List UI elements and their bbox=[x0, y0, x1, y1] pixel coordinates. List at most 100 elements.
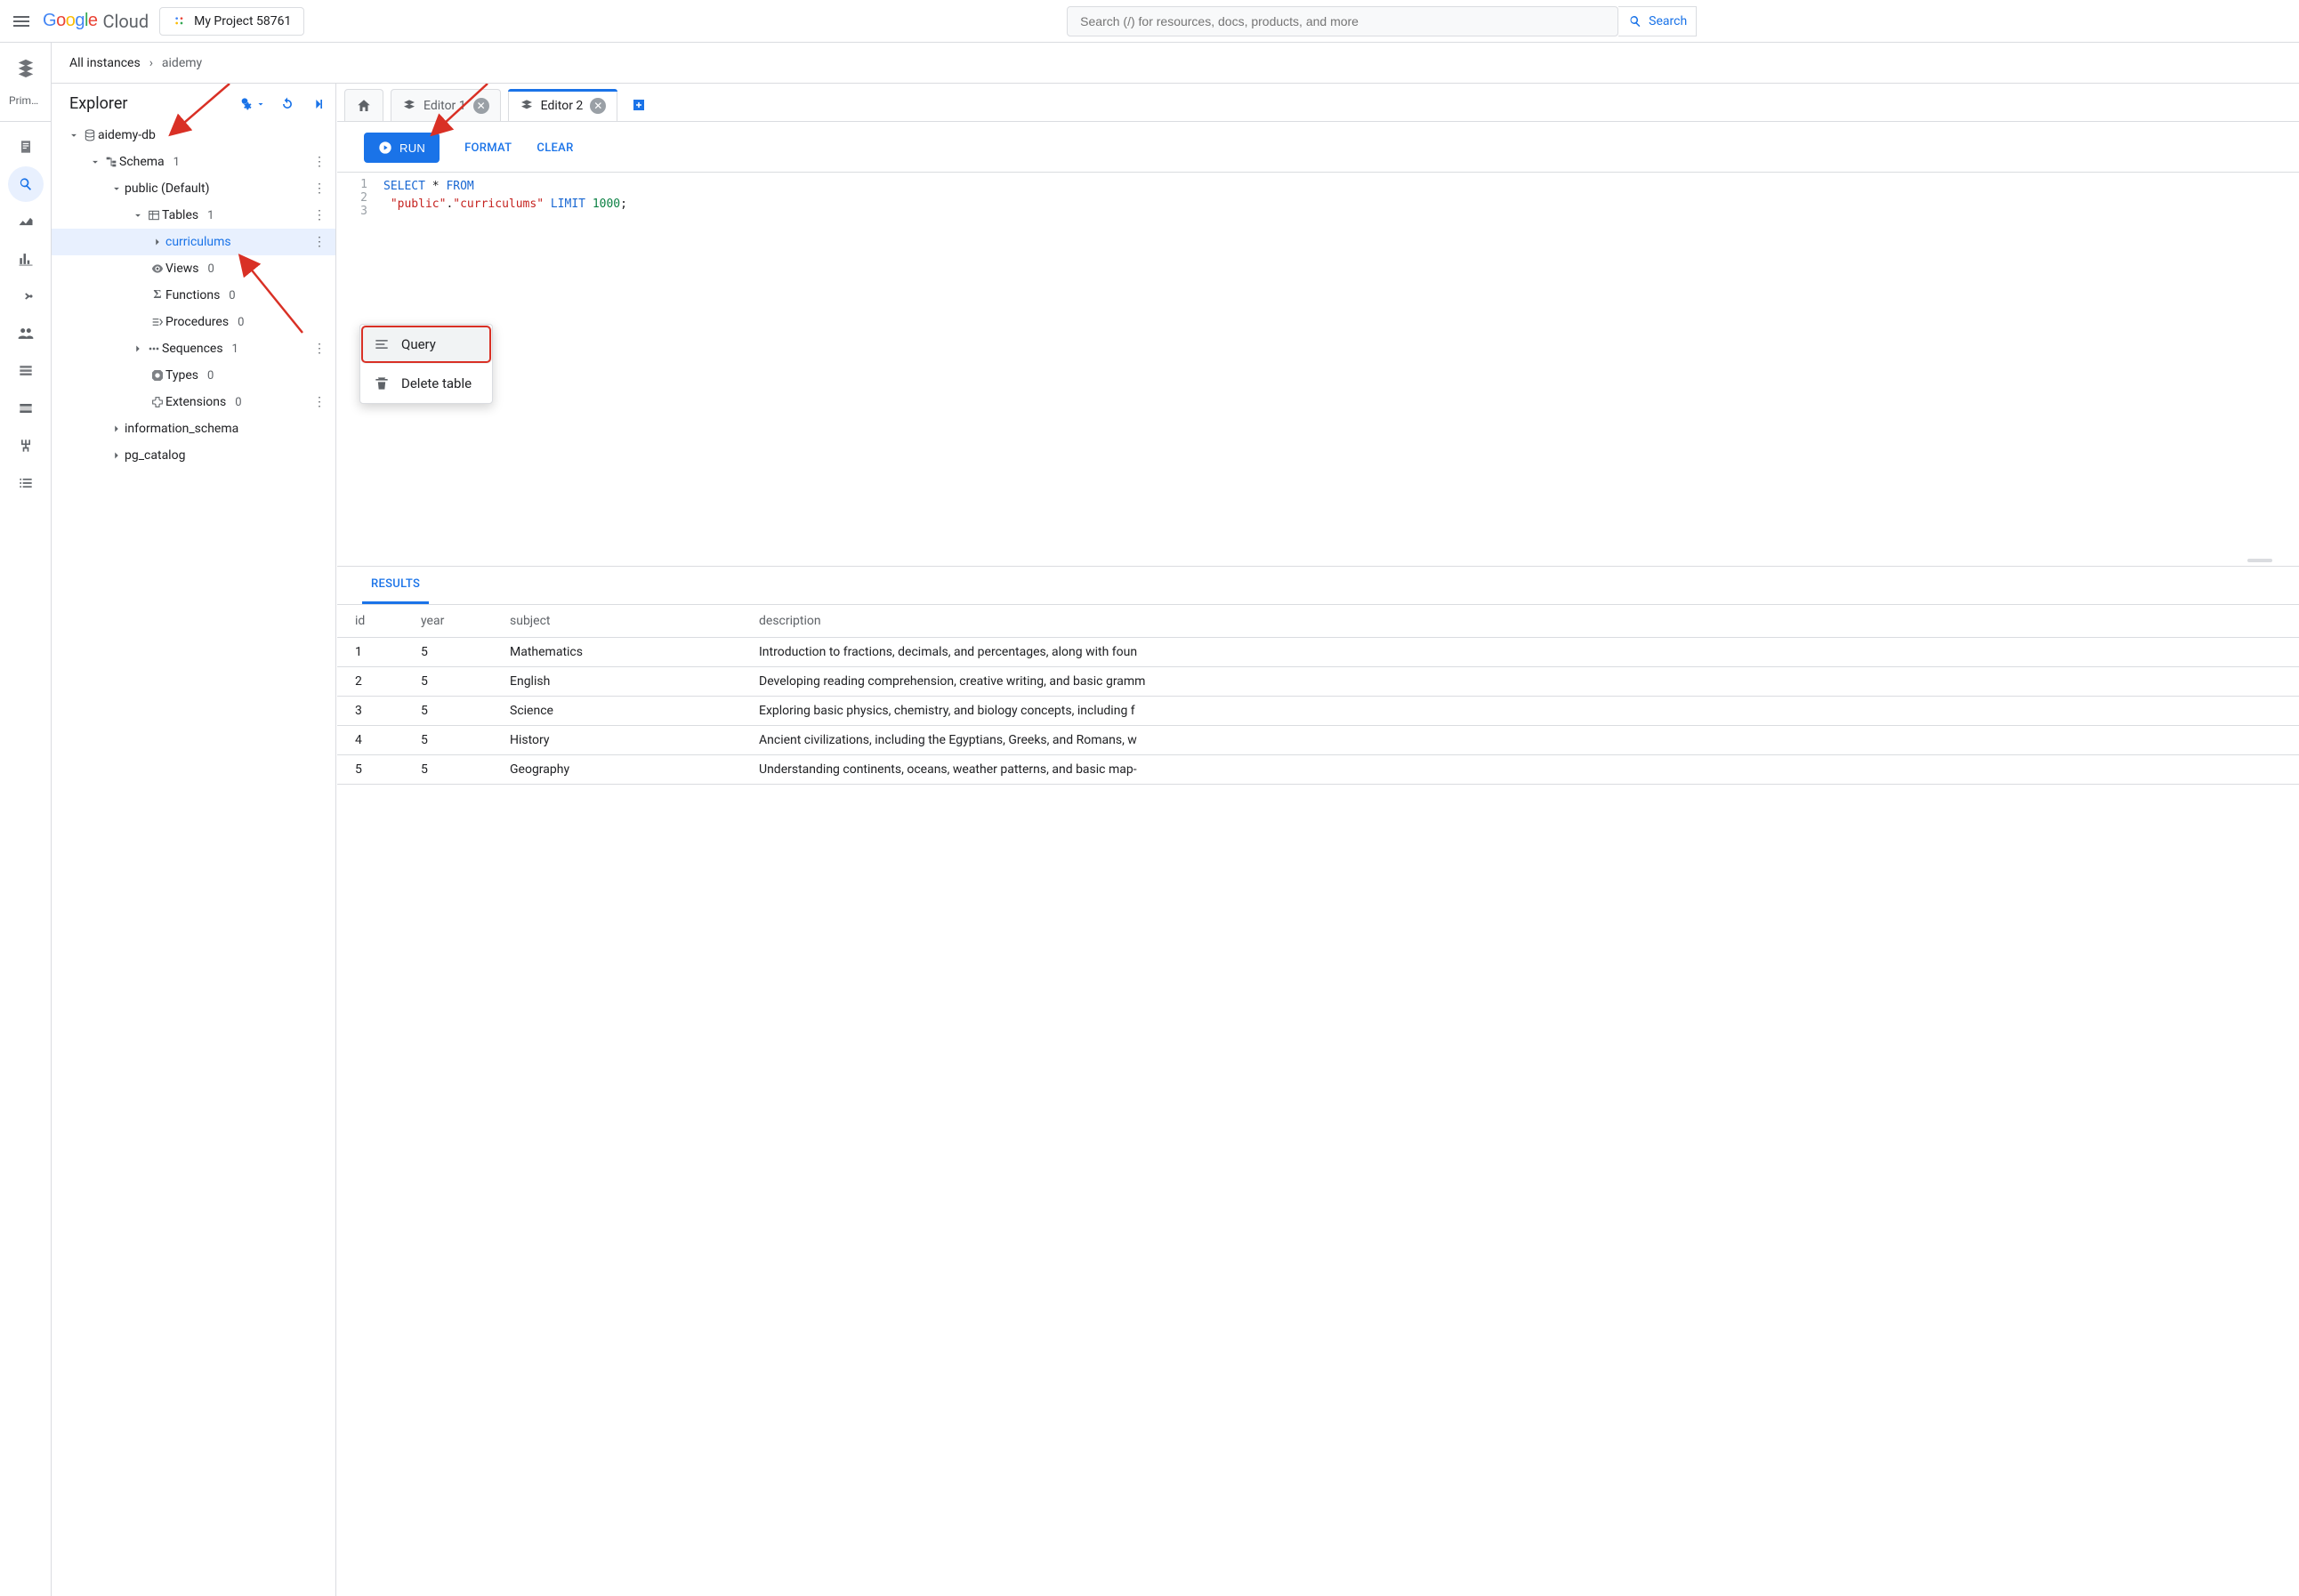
schema-icon bbox=[103, 154, 119, 170]
tree-node-sequences[interactable]: Sequences1 ⋮ bbox=[52, 335, 335, 362]
product-name: Cloud bbox=[103, 11, 149, 32]
more-icon[interactable]: ⋮ bbox=[309, 231, 330, 253]
rail-tables-icon[interactable] bbox=[8, 353, 44, 389]
google-cloud-logo[interactable]: Google Cloud bbox=[43, 11, 149, 32]
context-menu: Query Delete table bbox=[359, 324, 493, 404]
rail-list-icon[interactable] bbox=[8, 465, 44, 501]
run-button[interactable]: RUN bbox=[364, 133, 440, 163]
add-tab-icon[interactable] bbox=[628, 94, 649, 116]
context-delete-label: Delete table bbox=[401, 375, 472, 391]
col-id[interactable]: id bbox=[337, 605, 408, 638]
col-subject[interactable]: subject bbox=[497, 605, 746, 638]
cell-year: 5 bbox=[408, 726, 497, 755]
sequences-icon bbox=[146, 341, 162, 357]
tree-node-tables[interactable]: Tables1 ⋮ bbox=[52, 202, 335, 229]
explorer-panel: Explorer bbox=[52, 84, 336, 1596]
service-icon[interactable] bbox=[0, 50, 52, 85]
sql-editor[interactable]: 1 2 3 SELECT * FROM "public"."curriculum… bbox=[337, 172, 2299, 555]
search-button-label: Search bbox=[1649, 14, 1687, 28]
code-content[interactable]: SELECT * FROM "public"."curriculums" LIM… bbox=[337, 173, 2299, 555]
col-year[interactable]: year bbox=[408, 605, 497, 638]
table-row[interactable]: 25EnglishDeveloping reading comprehensio… bbox=[337, 667, 2299, 697]
close-icon[interactable]: ✕ bbox=[590, 98, 606, 114]
top-bar: Google Cloud My Project 58761 Search bbox=[0, 0, 2299, 43]
breadcrumb: All instances › aidemy bbox=[52, 43, 2299, 84]
cell-subject: Mathematics bbox=[497, 638, 746, 667]
clear-button[interactable]: CLEAR bbox=[536, 141, 573, 155]
types-icon bbox=[149, 367, 165, 383]
cell-description: Exploring basic physics, chemistry, and … bbox=[746, 697, 2299, 726]
tree-node-functions[interactable]: Σ Functions0 bbox=[52, 282, 335, 309]
cell-subject: History bbox=[497, 726, 746, 755]
format-button[interactable]: FORMAT bbox=[464, 141, 512, 155]
tree-node-types[interactable]: Types0 bbox=[52, 362, 335, 389]
menu-icon[interactable] bbox=[11, 11, 32, 32]
tab-editor-2[interactable]: Editor 2 ✕ bbox=[508, 89, 618, 121]
rail-insights-icon[interactable] bbox=[8, 241, 44, 277]
chevron-right-icon: › bbox=[149, 56, 153, 70]
cell-subject: Geography bbox=[497, 755, 746, 785]
tree-node-schema-public[interactable]: public (Default) ⋮ bbox=[52, 175, 335, 202]
cell-description: Ancient civilizations, including the Egy… bbox=[746, 726, 2299, 755]
cell-year: 5 bbox=[408, 638, 497, 667]
breadcrumb-root[interactable]: All instances bbox=[69, 56, 141, 70]
explorer-collapse-icon[interactable] bbox=[309, 95, 327, 113]
cell-id: 1 bbox=[337, 638, 408, 667]
more-icon[interactable]: ⋮ bbox=[309, 151, 330, 173]
more-icon[interactable]: ⋮ bbox=[309, 205, 330, 226]
search-button[interactable]: Search bbox=[1618, 6, 1697, 36]
table-row[interactable]: 45HistoryAncient civilizations, includin… bbox=[337, 726, 2299, 755]
more-icon[interactable]: ⋮ bbox=[309, 338, 330, 359]
results-panel: RESULTS id year subject description 15Ma… bbox=[337, 566, 2299, 785]
tree-node-table-curriculums[interactable]: curriculums ⋮ bbox=[52, 229, 335, 255]
table-row[interactable]: 15MathematicsIntroduction to fractions, … bbox=[337, 638, 2299, 667]
cell-subject: English bbox=[497, 667, 746, 697]
rail-users-icon[interactable] bbox=[8, 316, 44, 351]
more-icon[interactable]: ⋮ bbox=[309, 391, 330, 413]
rail-query-icon[interactable] bbox=[8, 166, 44, 202]
context-delete[interactable]: Delete table bbox=[360, 364, 492, 403]
editor-tabs: Editor 1 ✕ Editor 2 ✕ bbox=[337, 84, 2299, 122]
tree-node-views[interactable]: Views0 bbox=[52, 255, 335, 282]
cell-year: 5 bbox=[408, 667, 497, 697]
more-icon[interactable]: ⋮ bbox=[309, 178, 330, 199]
project-name: My Project 58761 bbox=[194, 14, 291, 28]
tab-editor-1[interactable]: Editor 1 ✕ bbox=[391, 89, 501, 121]
cell-id: 4 bbox=[337, 726, 408, 755]
views-icon bbox=[149, 261, 165, 277]
functions-icon: Σ bbox=[149, 287, 165, 303]
search-bar[interactable] bbox=[1067, 6, 1618, 36]
rail-import-icon[interactable] bbox=[8, 278, 44, 314]
table-row[interactable]: 55GeographyUnderstanding continents, oce… bbox=[337, 755, 2299, 785]
tree-node-database[interactable]: aidemy-db bbox=[52, 122, 335, 149]
results-resize-handle[interactable] bbox=[337, 555, 2299, 566]
tree-node-procedures[interactable]: Procedures0 bbox=[52, 309, 335, 335]
context-query[interactable]: Query bbox=[360, 325, 492, 364]
table-row[interactable]: 35ScienceExploring basic physics, chemis… bbox=[337, 697, 2299, 726]
cell-id: 3 bbox=[337, 697, 408, 726]
home-tab[interactable] bbox=[344, 89, 383, 121]
explorer-refresh-icon[interactable] bbox=[278, 95, 296, 113]
rail-monitoring-icon[interactable] bbox=[8, 204, 44, 239]
rail-overview-icon[interactable] bbox=[8, 129, 44, 165]
close-icon[interactable]: ✕ bbox=[473, 98, 489, 114]
tree-node-schema[interactable]: Schema1 ⋮ bbox=[52, 149, 335, 175]
context-query-label: Query bbox=[401, 336, 436, 352]
cell-description: Understanding continents, oceans, weathe… bbox=[746, 755, 2299, 785]
tree-node-pg-catalog[interactable]: pg_catalog bbox=[52, 442, 335, 469]
rail-branch-icon[interactable] bbox=[8, 428, 44, 463]
editor-area: Editor 1 ✕ Editor 2 ✕ RUN bbox=[336, 84, 2299, 1596]
cell-description: Introduction to fractions, decimals, and… bbox=[746, 638, 2299, 667]
tree-node-extensions[interactable]: Extensions0 ⋮ bbox=[52, 389, 335, 415]
database-icon bbox=[82, 127, 98, 143]
search-input[interactable] bbox=[1078, 13, 1607, 29]
project-selector[interactable]: My Project 58761 bbox=[159, 7, 304, 36]
run-label: RUN bbox=[399, 141, 425, 155]
rail-backup-icon[interactable] bbox=[8, 391, 44, 426]
explorer-user-settings-icon[interactable] bbox=[236, 95, 266, 113]
results-tab[interactable]: RESULTS bbox=[362, 567, 429, 604]
cell-year: 5 bbox=[408, 697, 497, 726]
left-rail: Prima… bbox=[0, 43, 52, 1596]
col-description[interactable]: description bbox=[746, 605, 2299, 638]
tree-node-information-schema[interactable]: information_schema bbox=[52, 415, 335, 442]
